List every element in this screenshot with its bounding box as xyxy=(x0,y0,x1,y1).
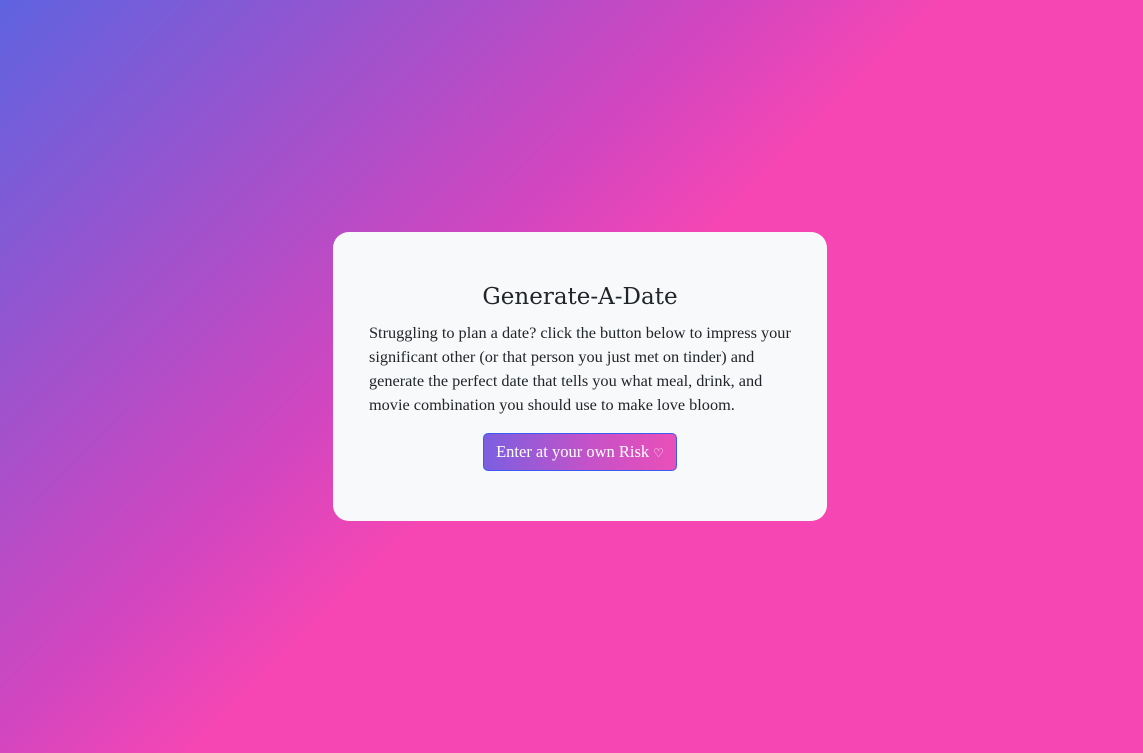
enter-button[interactable]: Enter at your own Risk ♡ xyxy=(483,433,677,471)
intro-card: Generate-A-Date Struggling to plan a dat… xyxy=(333,232,827,521)
description-text: Struggling to plan a date? click the but… xyxy=(369,323,791,414)
button-container: Enter at your own Risk ♡ xyxy=(369,433,791,471)
heart-icon: ♡ xyxy=(653,446,664,460)
page-title: Generate-A-Date xyxy=(482,284,678,310)
enter-button-label: Enter at your own Risk xyxy=(496,442,650,461)
